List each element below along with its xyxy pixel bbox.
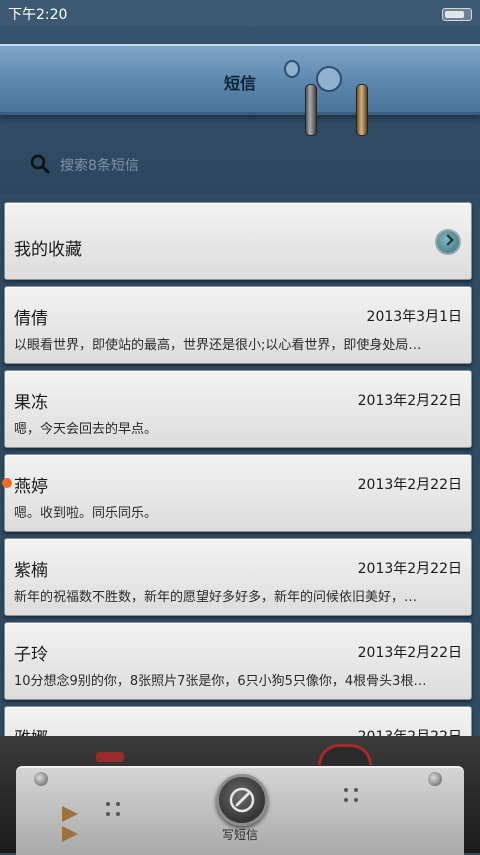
contact-name: 果冻 bbox=[14, 393, 48, 413]
contact-name: 雅娜 bbox=[14, 724, 48, 736]
chevron-right-icon[interactable] bbox=[435, 229, 461, 255]
message-date: 2013年2月22日 bbox=[357, 393, 462, 409]
list-item[interactable]: 倩倩 2013年3月1日 以眼看世界，即使站的最高，世界还是很小;以心看世界，即… bbox=[4, 286, 472, 364]
status-time: 下午2:20 bbox=[8, 7, 68, 23]
decorative-tab bbox=[96, 752, 124, 762]
message-date: 2013年2月22日 bbox=[358, 726, 462, 736]
message-preview: 嗯。收到啦。同乐同乐。 bbox=[14, 506, 158, 521]
message-date: 2013年2月22日 bbox=[357, 477, 462, 493]
list-item[interactable]: 果冻 2013年2月22日 嗯，今天会回去的早点。 bbox=[4, 370, 472, 448]
page-title: 短信 bbox=[223, 74, 256, 93]
compose-button[interactable] bbox=[216, 774, 268, 826]
decorative-dots-icon bbox=[106, 802, 110, 806]
message-date: 2013年2月22日 bbox=[357, 561, 462, 577]
decorative-arrow-icon bbox=[62, 806, 78, 822]
contact-name: 紫楠 bbox=[14, 561, 48, 581]
battery-icon bbox=[442, 8, 472, 21]
decorative-bubble-icon bbox=[284, 60, 300, 78]
decorative-bolt-icon bbox=[428, 772, 442, 786]
list-item[interactable]: 燕婷 2013年2月22日 嗯。收到啦。同乐同乐。 bbox=[4, 454, 472, 532]
favorites-item[interactable]: 我的收藏 bbox=[4, 202, 472, 280]
contact-name: 子玲 bbox=[14, 645, 48, 665]
message-date: 2013年3月1日 bbox=[366, 309, 462, 325]
search-placeholder: 搜索8条短信 bbox=[60, 158, 139, 174]
decorative-bubble-icon bbox=[316, 66, 342, 92]
search-icon bbox=[30, 154, 50, 174]
list-item[interactable]: 紫楠 2013年2月22日 新年的祝福数不胜数，新年的愿望好多好多，新年的问候依… bbox=[4, 538, 472, 616]
decorative-bolt-icon bbox=[34, 772, 48, 786]
decorative-screw-icon bbox=[305, 84, 317, 136]
decorative-dots-icon bbox=[344, 788, 348, 792]
contact-name: 倩倩 bbox=[14, 309, 48, 329]
message-preview: 以眼看世界，即使站的最高，世界还是很小;以心看世界，即使身处局… bbox=[14, 338, 422, 353]
contact-name: 燕婷 bbox=[14, 477, 48, 497]
list-item[interactable]: 雅娜 2013年2月22日 bbox=[4, 706, 472, 736]
message-date: 2013年2月22日 bbox=[357, 645, 462, 661]
compose-pen-icon bbox=[229, 787, 255, 813]
conversation-list[interactable]: 我的收藏 倩倩 2013年3月1日 以眼看世界，即使站的最高，世界还是很小;以心… bbox=[0, 194, 480, 736]
message-preview: 嗯，今天会回去的早点。 bbox=[14, 422, 158, 437]
message-preview: 新年的祝福数不胜数，新年的愿望好多好多，新年的问候依旧美好，… bbox=[14, 590, 418, 605]
search-input[interactable]: 搜索8条短信 bbox=[28, 150, 448, 178]
compose-label: 写短信 bbox=[221, 828, 258, 842]
decorative-screw-icon bbox=[356, 84, 368, 136]
favorites-label: 我的收藏 bbox=[14, 240, 82, 260]
unread-indicator bbox=[2, 478, 12, 488]
message-preview: 10分想念9别的你，8张照片7张是你，6只小狗5只像你，4根骨头3根… bbox=[14, 674, 427, 689]
status-bar: 下午2:20 bbox=[0, 0, 480, 26]
list-item[interactable]: 子玲 2013年2月22日 10分想念9别的你，8张照片7张是你，6只小狗5只像… bbox=[4, 622, 472, 700]
